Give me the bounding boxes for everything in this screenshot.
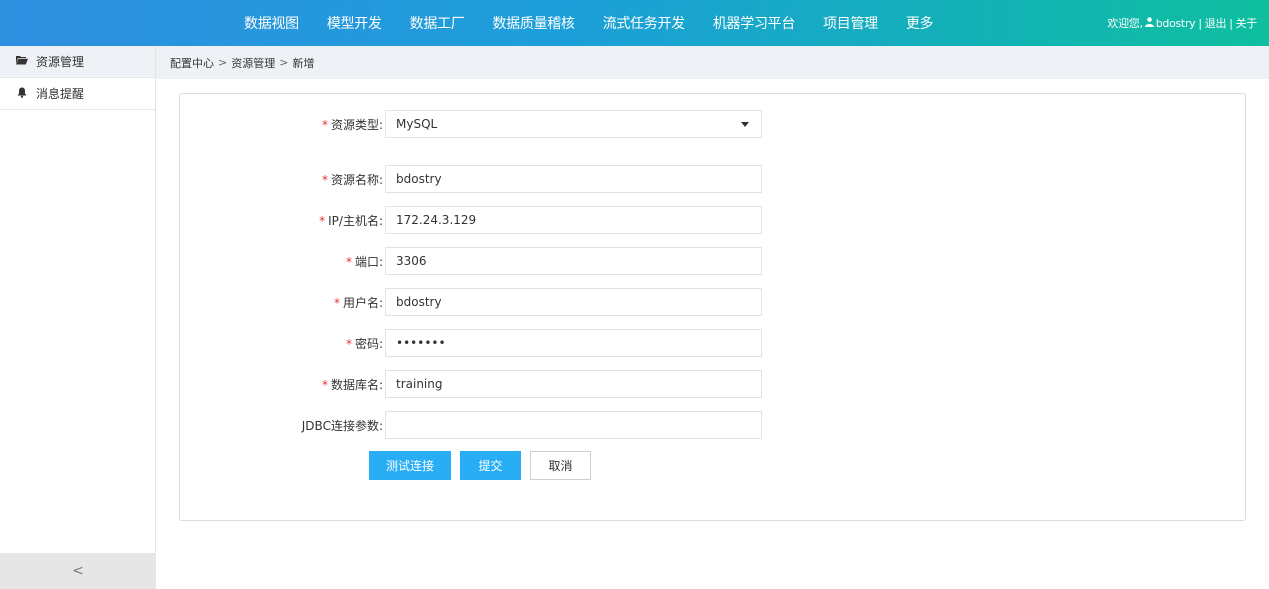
resource-type-select[interactable]: MySQL [385,110,762,138]
resource-name-input[interactable] [396,166,761,192]
password-label: * 密码: [345,336,383,351]
nav-item-stream-task[interactable]: 流式任务开发 [603,13,686,33]
resource-name-label: * 资源名称: [321,172,383,187]
resource-form-panel: *资源类型: MySQL *资源名称: *IP/主机名: *端口: *用户名: … [179,93,1246,521]
required-mark: * [333,295,340,310]
password-field-wrap [385,329,762,357]
breadcrumb-item-resource-management[interactable]: 资源管理 [231,55,275,71]
host-field-wrap [385,206,762,234]
port-field-wrap [385,247,762,275]
folder-open-icon [16,55,28,68]
main-nav: 数据视图 模型开发 数据工厂 数据质量稽核 流式任务开发 机器学习平台 项目管理… [232,0,961,46]
submit-button[interactable]: 提交 [460,451,521,480]
port-input[interactable] [396,248,761,274]
breadcrumb: 配置中心 > 资源管理 > 新增 [156,46,1269,79]
nav-item-more[interactable]: 更多 [906,13,934,33]
separator: | [1198,16,1202,30]
resource-name-field-wrap [385,165,762,193]
form-row-host: * IP/主机名: [180,206,1247,234]
host-input[interactable] [396,207,761,233]
username-input[interactable] [396,289,761,315]
required-mark: * [345,254,352,269]
nav-item-data-factory[interactable]: 数据工厂 [410,13,465,33]
required-mark: * [345,336,352,351]
database-field-wrap [385,370,762,398]
form-row-jdbc: JDBC连接参数: [180,411,1247,439]
jdbc-label: JDBC连接参数: [301,418,383,433]
test-connection-button[interactable]: 测试连接 [369,451,451,480]
jdbc-field-wrap [385,411,762,439]
user-field-wrap [385,288,762,316]
form-row-resource-type: * 资源类型: MySQL [180,110,1247,138]
username[interactable]: bdostry [1156,17,1196,30]
host-label: * IP/主机名: [319,213,383,228]
form-row-password: * 密码: [180,329,1247,357]
about-link[interactable]: 关于 [1236,15,1258,31]
form-row-user: * 用户名: [180,288,1247,316]
separator: | [1229,16,1233,30]
form-row-port: * 端口: [180,247,1247,275]
logout-link[interactable]: 退出 [1205,15,1227,31]
caret-down-icon [741,122,749,127]
password-input[interactable] [396,330,761,356]
breadcrumb-separator: > [279,56,289,69]
sidebar-item-label: 消息提醒 [36,87,85,101]
resource-type-value: MySQL [396,117,438,131]
bell-icon [16,87,28,101]
nav-item-data-view[interactable]: 数据视图 [244,13,299,33]
resource-type-label: * 资源类型: [321,117,383,132]
sidebar: 资源管理 消息提醒 < [0,46,156,589]
welcome-text: 欢迎您, [1107,17,1143,30]
sidebar-item-resource-management[interactable]: 资源管理 [0,46,155,78]
required-mark: * [321,172,328,187]
jdbc-params-input[interactable] [396,412,761,438]
nav-item-model-dev[interactable]: 模型开发 [327,13,382,33]
sidebar-collapse-button[interactable]: < [0,553,156,589]
user-icon [1144,16,1154,30]
nav-item-project-mgmt[interactable]: 项目管理 [823,13,878,33]
breadcrumb-item-config-center[interactable]: 配置中心 [170,55,214,71]
chevron-left-icon: < [72,563,84,579]
user-area: 欢迎您, bdostry | 退出 | 关于 [1107,0,1257,46]
database-input[interactable] [396,371,761,397]
nav-item-ml-platform[interactable]: 机器学习平台 [713,13,796,33]
breadcrumb-item-new: 新增 [292,56,315,70]
form-row-database: * 数据库名: [180,370,1247,398]
required-mark: * [321,377,328,392]
port-label: * 端口: [345,254,383,269]
sidebar-item-label: 资源管理 [36,55,85,69]
required-mark: * [321,117,328,132]
form-actions: 测试连接 提交 取消 [369,451,600,480]
sidebar-item-message-reminder[interactable]: 消息提醒 [0,78,155,110]
required-mark: * [319,213,326,228]
cancel-button[interactable]: 取消 [530,451,591,480]
database-label: * 数据库名: [321,377,383,392]
form-row-resource-name: * 资源名称: [180,165,1247,193]
nav-item-data-quality[interactable]: 数据质量稽核 [492,13,575,33]
user-label: * 用户名: [333,295,383,310]
top-navigation-bar: 数据视图 模型开发 数据工厂 数据质量稽核 流式任务开发 机器学习平台 项目管理… [0,0,1269,46]
breadcrumb-separator: > [218,56,228,69]
